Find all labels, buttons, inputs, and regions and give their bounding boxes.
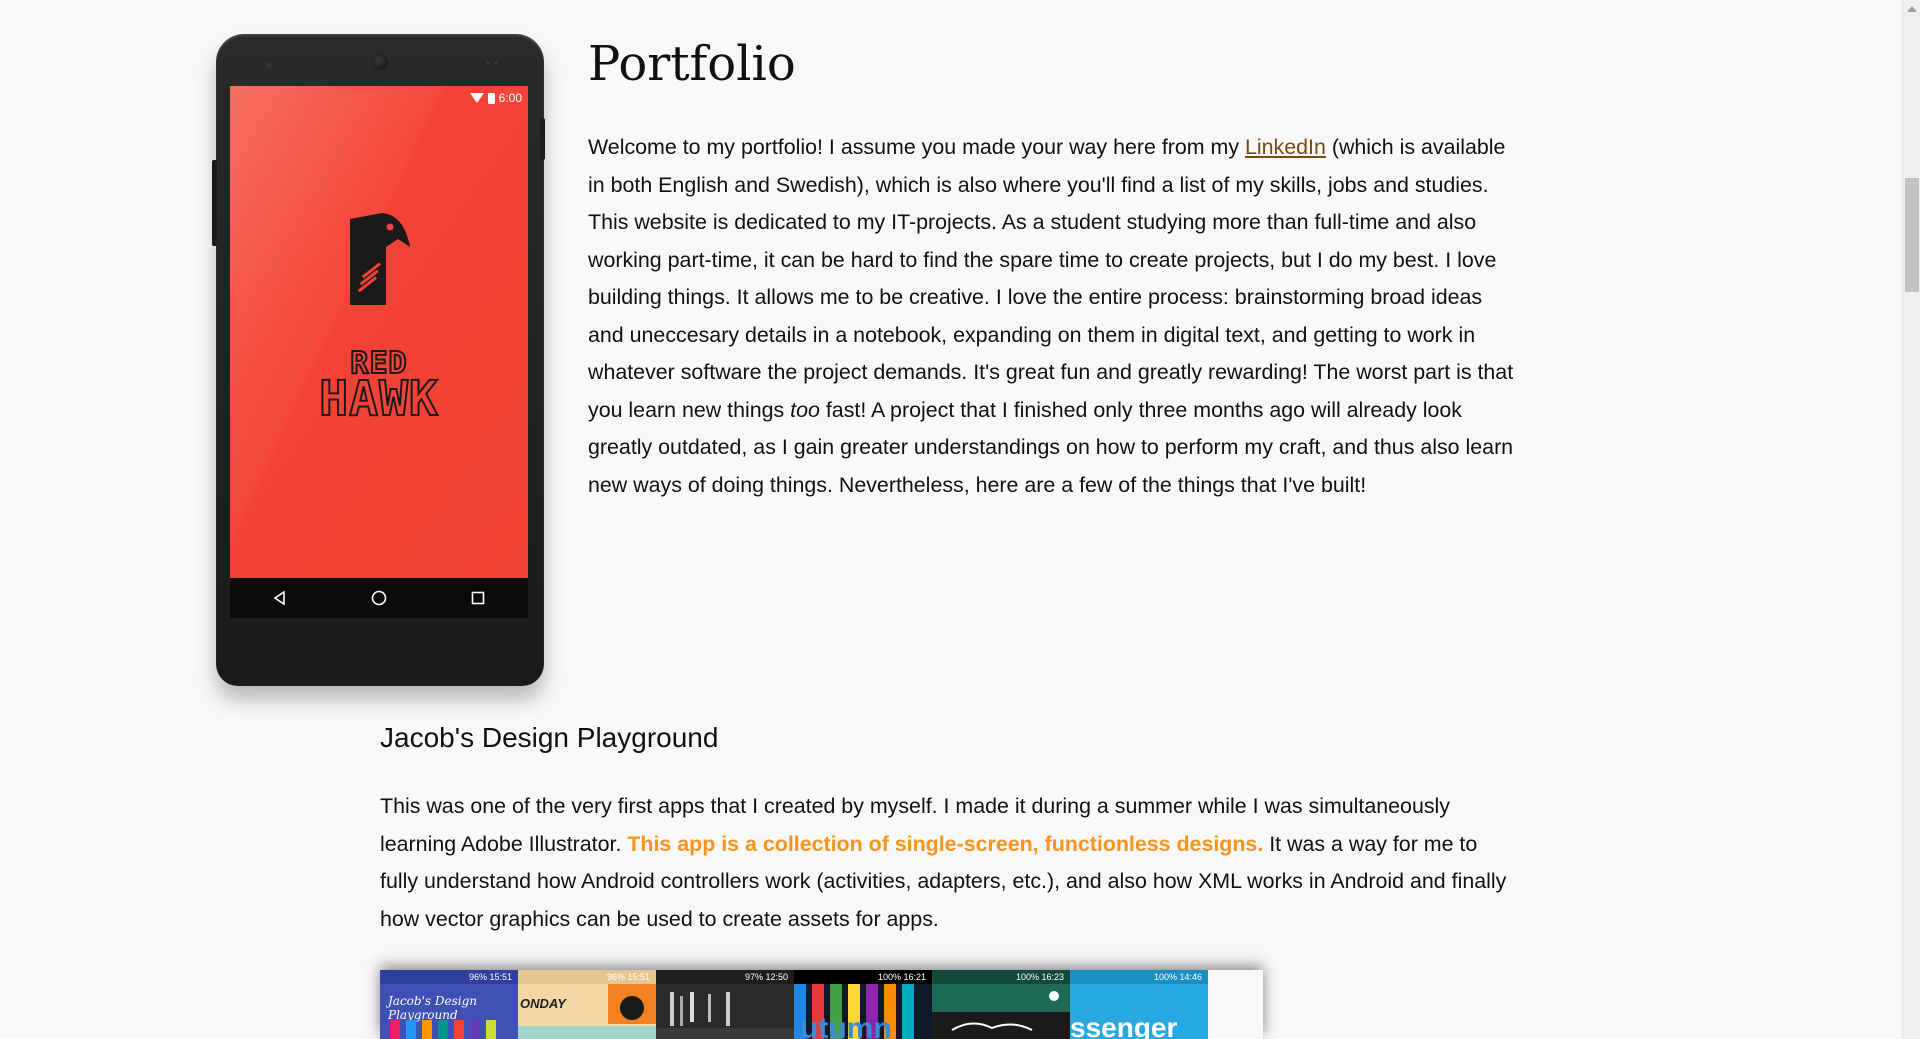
screenshot-thumbnail[interactable]: 97% 12:50 <box>656 970 794 1039</box>
screenshot-strip: 96% 15:51 Jacob's Design Playground 96% … <box>380 970 1263 1039</box>
battery-icon <box>487 92 495 104</box>
screenshot-thumbnail[interactable]: 100% 16:23 <box>932 970 1070 1039</box>
thumb-status: 100% 14:46 <box>1070 970 1208 984</box>
phone-dots <box>486 61 498 65</box>
phone-camera <box>372 54 388 70</box>
thumb-label: utumn <box>800 1012 892 1039</box>
page-title: Portfolio <box>588 36 796 92</box>
phone-screen: 6:00 RED HAWK <box>230 86 528 578</box>
vertical-scrollbar[interactable] <box>1902 0 1920 1039</box>
phone-volume-button <box>212 160 217 246</box>
home-icon <box>370 589 388 607</box>
status-time: 6:00 <box>498 91 522 105</box>
phone-mockup: 6:00 RED HAWK <box>212 34 545 686</box>
screenshot-thumbnail[interactable]: 96% 15:51 Jacob's Design Playground <box>380 970 518 1039</box>
scrollbar-thumb[interactable] <box>1905 178 1919 292</box>
phone-sensor <box>266 62 272 68</box>
scroll-up-arrow-icon[interactable] <box>1907 6 1917 12</box>
thumb-label: ssenger <box>1070 1012 1178 1039</box>
screen-glare <box>230 86 528 578</box>
section-description: This was one of the very first apps that… <box>380 788 1520 938</box>
intro-emphasis: too <box>790 397 820 422</box>
wifi-icon <box>469 93 484 103</box>
thumb-art <box>518 984 656 1039</box>
screenshot-thumbnail[interactable]: 96% 15:51 ONDAY <box>518 970 656 1039</box>
desc-highlight: This app is a collection of single-scree… <box>627 831 1264 856</box>
section-title: Jacob's Design Playground <box>380 722 719 753</box>
intro-text-1: Welcome to my portfolio! I assume you ma… <box>588 135 1246 159</box>
phone-status-bar: 6:00 <box>469 90 522 106</box>
phone-power-button <box>540 118 545 160</box>
intro-text-2: (which is available in both English and … <box>588 135 1514 422</box>
thumb-art <box>390 1020 496 1039</box>
phone-nav-bar <box>230 578 528 618</box>
thumb-art <box>656 992 794 1039</box>
red-hawk-logo-icon <box>350 213 410 305</box>
page: 6:00 RED HAWK Portfolio Welcome to my po… <box>0 0 1902 1039</box>
recents-icon <box>469 589 487 607</box>
screenshot-thumbnail[interactable]: 100% 14:46 ssenger <box>1070 970 1208 1039</box>
thumb-art <box>932 991 1070 1039</box>
linkedin-link[interactable]: LinkedIn <box>1245 135 1326 159</box>
back-icon <box>271 589 289 607</box>
intro-paragraph: Welcome to my portfolio! I assume you ma… <box>588 129 1518 504</box>
brand-hawk: HAWK <box>318 370 439 428</box>
screenshot-thumbnail[interactable]: 100% 16:21 utumn <box>794 970 932 1039</box>
